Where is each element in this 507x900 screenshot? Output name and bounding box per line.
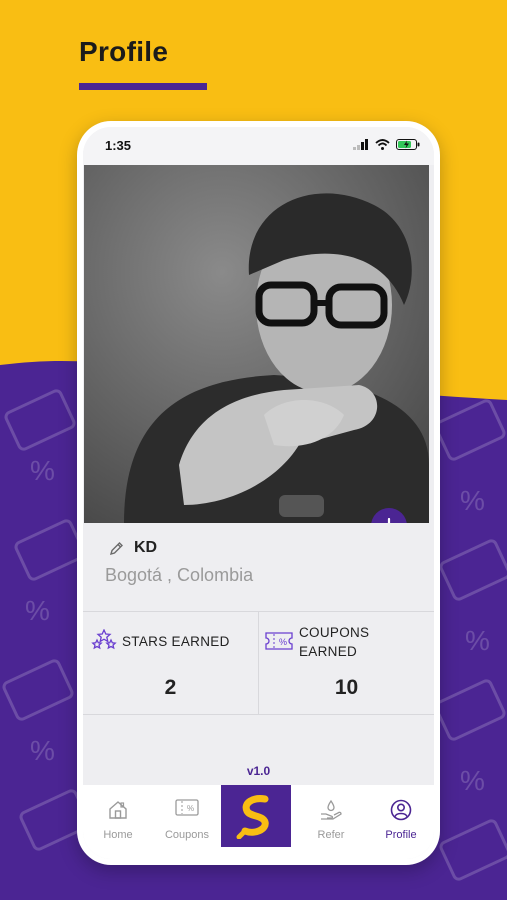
status-time: 1:35 [105,138,132,153]
nav-label-coupons: Coupons [164,829,210,841]
battery-icon [396,139,420,150]
stats-panel: STARS EARNED 2 % COUPONS EARNED 10 [83,611,434,715]
title-underline [79,83,207,90]
svg-text:%: % [187,804,194,813]
nav-item-app-logo[interactable] [221,785,291,847]
nav-item-coupons[interactable]: % Coupons [152,785,222,859]
coupon-icon: % [175,799,199,816]
wifi-icon [375,139,390,150]
stars-icon [91,629,117,650]
profile-info: KD Bogotá , Colombia [83,523,434,613]
stat-coupons-label-line1: COUPONS [299,625,370,640]
stat-coupons-value: 10 [334,676,359,699]
svg-text:%: % [279,637,287,647]
refer-icon [321,799,342,820]
nav-item-home[interactable]: Home [83,785,153,859]
nav-label-home: Home [103,829,133,841]
name-row[interactable]: KD [109,539,157,557]
coupon-icon: % [265,632,293,650]
stat-coupons-label-line2: EARNED [299,644,358,659]
nav-item-profile[interactable]: Profile [366,785,434,859]
stat-coupons-label: COUPONS EARNED [299,623,369,661]
home-icon [109,801,127,819]
svg-text:%: % [30,735,55,766]
svg-text:%: % [465,625,490,656]
nav-label-refer: Refer [317,829,345,841]
status-icons [353,139,420,150]
profile-icon [390,799,412,821]
profile-location: Bogotá , Colombia [105,565,254,585]
svg-text:%: % [460,765,485,796]
svg-text:%: % [25,595,50,626]
status-bar: 1:35 [83,127,434,165]
svg-text:%: % [30,455,55,486]
app-version: v1.0 [246,764,271,778]
stat-stars-value: 2 [164,676,177,699]
stat-stars: STARS EARNED 2 [83,612,258,714]
svg-text:%: % [460,485,485,516]
page-title: Profile [79,36,169,67]
profile-photo [84,165,429,523]
phone-frame: 1:35 KD Bogotá , Colombia STARS EARNED 2… [77,121,440,865]
edit-pencil-icon[interactable] [109,541,124,556]
phone-screen: 1:35 KD Bogotá , Colombia STARS EARNED 2… [83,127,434,859]
bottom-nav: Home % Coupons Refer Profile [83,785,434,859]
nav-label-profile: Profile [385,829,417,841]
portrait-image [84,165,429,523]
stat-coupons: % COUPONS EARNED 10 [258,612,434,714]
profile-name: KD [134,539,158,556]
app-logo-icon [236,795,269,839]
nav-item-refer[interactable]: Refer [296,785,366,859]
signal-icon [353,139,368,150]
stat-stars-label: STARS EARNED [122,634,230,649]
